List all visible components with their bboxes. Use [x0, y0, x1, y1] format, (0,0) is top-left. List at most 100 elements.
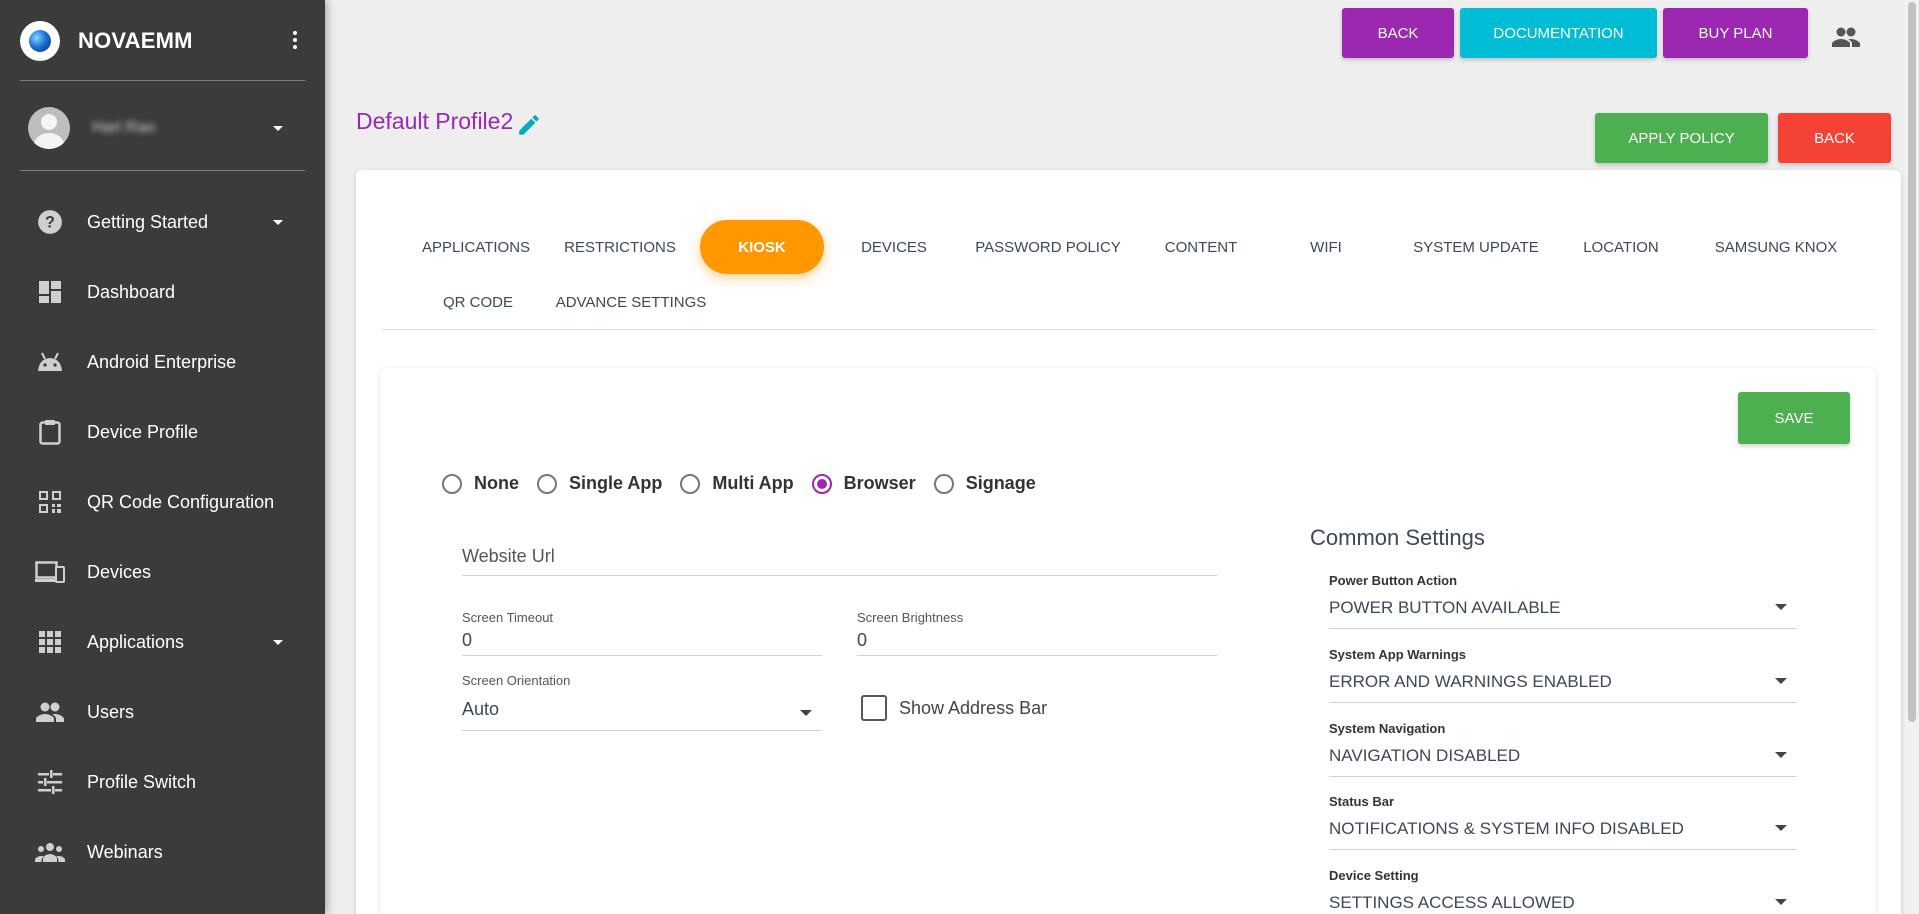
sidebar-item-label: Dashboard — [87, 281, 176, 302]
tab-advance-settings[interactable]: ADVANCE SETTINGS — [546, 275, 716, 329]
user-menu[interactable]: Hari Rao — [20, 100, 305, 156]
website-url-field[interactable]: Website Url — [462, 528, 1217, 576]
page-scrollbar[interactable] — [1905, 0, 1919, 914]
documentation-button[interactable]: DOCUMENTATION — [1460, 8, 1657, 58]
radio-circle[interactable] — [680, 473, 701, 494]
radio-none[interactable]: None — [442, 473, 519, 494]
screen-timeout-label: Screen Timeout — [462, 610, 554, 625]
sidebar: NOVAEMM Hari Rao ? Getting Started Dashb… — [0, 0, 325, 914]
radio-circle[interactable] — [537, 473, 557, 494]
tab-qr-code[interactable]: QR CODE — [428, 275, 528, 329]
checkbox-box[interactable] — [861, 695, 887, 721]
tab-password-policy[interactable]: PASSWORD POLICY — [968, 220, 1128, 274]
sidebar-item-label: Getting Started — [87, 211, 209, 232]
device-setting-select[interactable]: Device Setting SETTINGS ACCESS ALLOWED — [1329, 868, 1797, 914]
power-button-action-select[interactable]: Power Button Action POWER BUTTON AVAILAB… — [1329, 573, 1797, 629]
sidebar-item-label: Device Profile — [87, 421, 199, 442]
sidebar-item-label: Devices — [87, 561, 152, 582]
edit-pencil-icon[interactable] — [516, 112, 542, 138]
select-value: POWER BUTTON AVAILABLE — [1329, 598, 1561, 617]
screen-brightness-label: Screen Brightness — [857, 610, 964, 625]
sidebar-item-label: Users — [87, 701, 135, 722]
buy-plan-button[interactable]: BUY PLAN — [1663, 8, 1808, 58]
kiosk-panel: SAVE None Single App Multi App Browser S… — [380, 368, 1876, 914]
save-button[interactable]: SAVE — [1738, 392, 1850, 444]
tab-kiosk[interactable]: KIOSK — [700, 220, 824, 274]
apps-grid-icon — [35, 627, 65, 657]
screen-timeout-field[interactable]: Screen Timeout 0 — [462, 610, 822, 656]
top-back-button[interactable]: BACK — [1342, 8, 1454, 58]
logo-icon — [20, 21, 60, 61]
screen-orientation-select[interactable]: Screen Orientation Auto — [462, 673, 822, 731]
chevron-down-icon — [1775, 604, 1787, 610]
select-value: NOTIFICATIONS & SYSTEM INFO DISABLED — [1329, 819, 1684, 838]
more-vertical-icon[interactable] — [283, 27, 307, 53]
profile-back-button[interactable]: BACK — [1778, 113, 1891, 163]
screen-brightness-field[interactable]: Screen Brightness 0 — [857, 610, 1217, 656]
radio-browser[interactable]: Browser — [811, 473, 916, 494]
radio-label: None — [474, 473, 519, 493]
tab-samsung-knox[interactable]: SAMSUNG KNOX — [1706, 220, 1846, 274]
screen-orientation-value: Auto — [462, 699, 500, 719]
dashboard-icon — [35, 277, 65, 307]
sidebar-item-label: Webinars — [87, 841, 163, 862]
tab-applications[interactable]: APPLICATIONS — [416, 220, 536, 274]
apply-policy-button[interactable]: APPLY POLICY — [1595, 113, 1768, 163]
select-label: System App Warnings — [1329, 647, 1467, 662]
radio-circle[interactable] — [933, 473, 954, 494]
sidebar-item-device-profile[interactable]: Device Profile — [20, 397, 305, 467]
show-address-bar-label: Show Address Bar — [899, 697, 1048, 718]
radio-label: Multi App — [712, 473, 794, 493]
profile-card: APPLICATIONS RESTRICTIONS KIOSK DEVICES … — [356, 170, 1901, 914]
select-value: NAVIGATION DISABLED — [1329, 746, 1521, 765]
tab-restrictions[interactable]: RESTRICTIONS — [556, 220, 684, 274]
radio-label: Signage — [965, 473, 1036, 493]
group-icon — [35, 837, 65, 867]
brand[interactable]: NOVAEMM — [20, 14, 305, 68]
devices-icon — [35, 557, 65, 587]
clipboard-icon — [35, 417, 65, 447]
system-app-warnings-select[interactable]: System App Warnings ERROR AND WARNINGS E… — [1329, 647, 1797, 703]
sidebar-item-applications[interactable]: Applications — [20, 607, 305, 677]
sidebar-item-android-enterprise[interactable]: Android Enterprise — [20, 327, 305, 397]
users-icon — [35, 697, 65, 727]
tab-devices[interactable]: DEVICES — [844, 220, 944, 274]
sidebar-item-label: Applications — [87, 631, 185, 652]
radio-signage[interactable]: Signage — [933, 473, 1036, 494]
radio-circle[interactable] — [811, 473, 832, 494]
sidebar-item-dashboard[interactable]: Dashboard — [20, 257, 305, 327]
sidebar-item-label: Profile Switch — [87, 771, 197, 792]
status-bar-select[interactable]: Status Bar NOTIFICATIONS & SYSTEM INFO D… — [1329, 794, 1797, 850]
show-address-bar-checkbox[interactable]: Show Address Bar — [861, 695, 1047, 721]
page-title: Default Profile2 — [356, 108, 514, 134]
sidebar-item-profile-switch[interactable]: Profile Switch — [20, 747, 305, 817]
tab-wifi[interactable]: WIFI — [1276, 220, 1376, 274]
chevron-down-icon — [1775, 752, 1787, 758]
chevron-down-icon — [1775, 678, 1787, 684]
screen-brightness-value: 0 — [857, 630, 868, 650]
sidebar-divider — [20, 80, 305, 81]
account-switch-icon[interactable] — [1832, 26, 1860, 50]
sidebar-item-qr-code-configuration[interactable]: QR Code Configuration — [20, 467, 305, 537]
website-url-placeholder: Website Url — [462, 546, 555, 566]
radio-multi-app[interactable]: Multi App — [680, 473, 794, 494]
sidebar-item-label: Android Enterprise — [87, 351, 237, 372]
chevron-down-icon — [273, 640, 283, 645]
sidebar-divider — [20, 170, 305, 171]
tab-location[interactable]: LOCATION — [1566, 220, 1676, 274]
sidebar-item-webinars[interactable]: Webinars — [20, 817, 305, 887]
tab-system-update[interactable]: SYSTEM UPDATE — [1406, 220, 1546, 274]
system-navigation-select[interactable]: System Navigation NAVIGATION DISABLED — [1329, 721, 1797, 777]
select-label: Status Bar — [1329, 794, 1395, 809]
select-label: Power Button Action — [1329, 573, 1458, 588]
tab-content[interactable]: CONTENT — [1146, 220, 1256, 274]
sidebar-item-getting-started[interactable]: ? Getting Started — [20, 187, 305, 257]
screen-orientation-label: Screen Orientation — [462, 673, 571, 688]
chevron-down-icon — [800, 710, 812, 716]
sidebar-item-users[interactable]: Users — [20, 677, 305, 747]
radio-single-app[interactable]: Single App — [537, 473, 662, 494]
tabs-divider — [382, 329, 1876, 330]
radio-circle[interactable] — [442, 473, 462, 494]
sidebar-item-devices[interactable]: Devices — [20, 537, 305, 607]
scrollbar-thumb[interactable] — [1908, 2, 1916, 722]
